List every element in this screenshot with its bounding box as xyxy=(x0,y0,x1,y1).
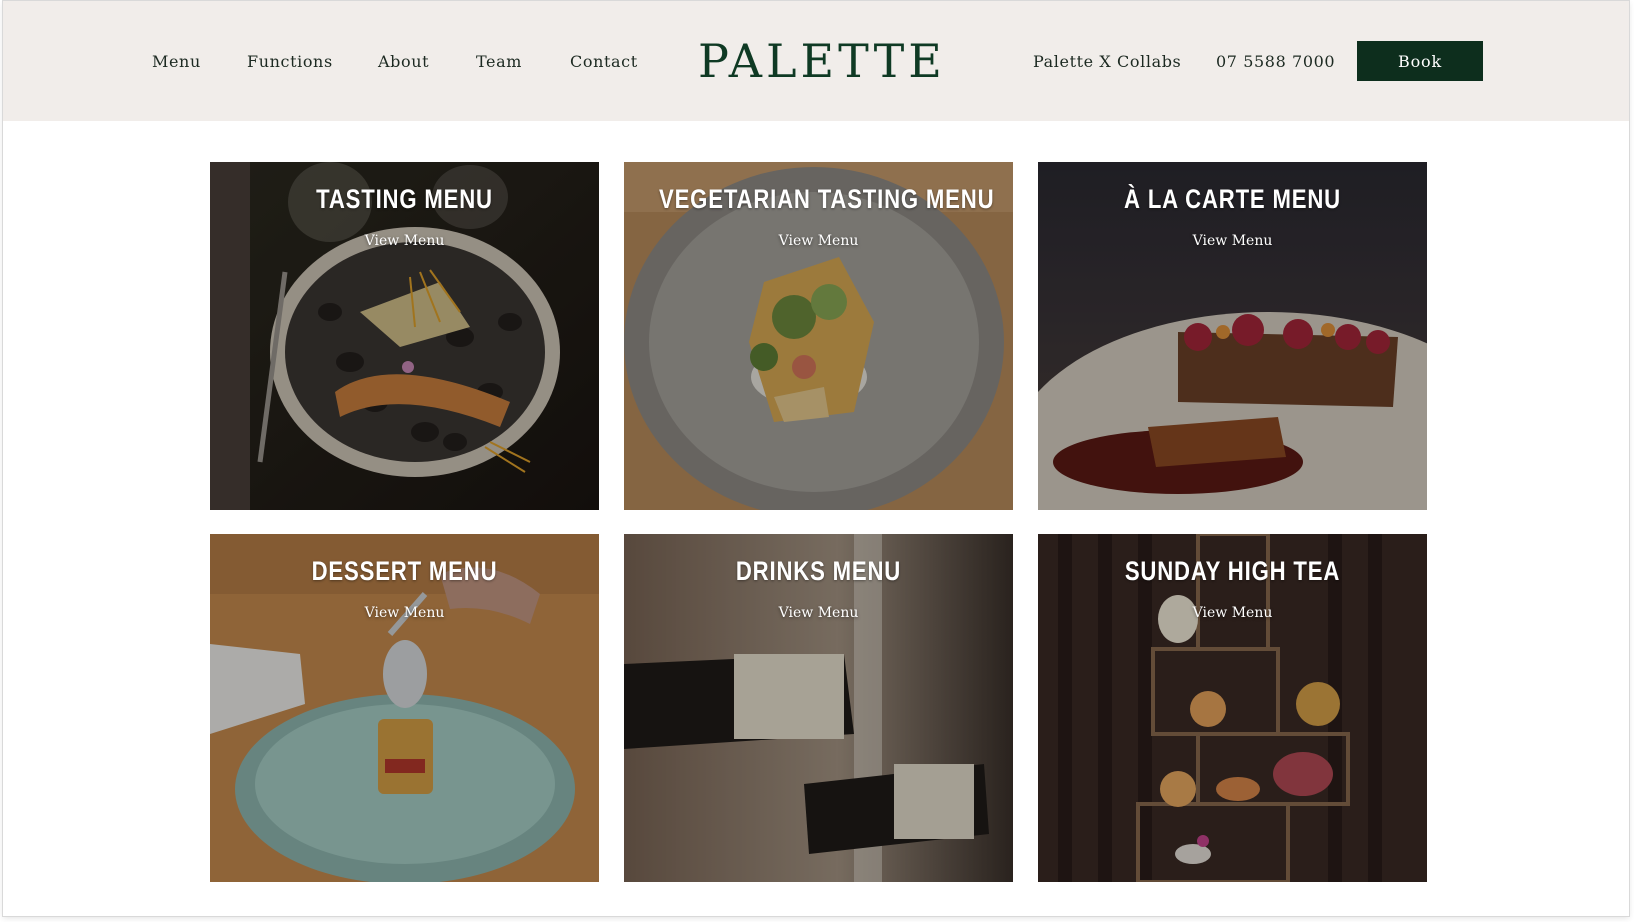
view-menu-link[interactable]: View Menu xyxy=(624,233,1013,249)
view-menu-link[interactable]: View Menu xyxy=(210,233,599,249)
nav-collabs-link[interactable]: Palette X Collabs xyxy=(1033,49,1181,75)
card-title: DRINKS MENU xyxy=(735,556,902,586)
card-title: À LA CARTE MENU xyxy=(1124,184,1341,214)
card-title: SUNDAY HIGH TEA xyxy=(1124,556,1341,586)
view-menu-link[interactable]: View Menu xyxy=(210,605,599,621)
menu-card-tasting[interactable]: TASTING MENU View Menu xyxy=(210,162,599,510)
phone-link[interactable]: 07 5588 7000 xyxy=(1216,49,1335,75)
menu-card-high-tea[interactable]: SUNDAY HIGH TEA View Menu xyxy=(1038,534,1427,882)
menu-card-drinks[interactable]: DRINKS MENU View Menu xyxy=(624,534,1013,882)
view-menu-link[interactable]: View Menu xyxy=(1038,605,1427,621)
browser-page: Menu Functions About Team Contact PALETT… xyxy=(3,1,1629,916)
site-logo[interactable]: PALETTE xyxy=(698,35,942,87)
book-button[interactable]: Book xyxy=(1357,41,1483,81)
nav-team-link[interactable]: Team xyxy=(476,49,522,75)
nav-about-link[interactable]: About xyxy=(378,49,429,75)
menu-card-dessert[interactable]: DESSERT MENU View Menu xyxy=(210,534,599,882)
card-title: DESSERT MENU xyxy=(311,556,498,586)
card-title: TASTING MENU xyxy=(316,184,493,214)
card-title: VEGETARIAN TASTING MENU xyxy=(659,184,995,214)
view-menu-link[interactable]: View Menu xyxy=(624,605,1013,621)
site-header: Menu Functions About Team Contact PALETT… xyxy=(3,1,1629,121)
menu-card-a-la-carte[interactable]: À LA CARTE MENU View Menu xyxy=(1038,162,1427,510)
menu-card-vegetarian[interactable]: VEGETARIAN TASTING MENU View Menu xyxy=(624,162,1013,510)
nav-functions-link[interactable]: Functions xyxy=(247,49,333,75)
view-menu-link[interactable]: View Menu xyxy=(1038,233,1427,249)
nav-menu-link[interactable]: Menu xyxy=(152,49,201,75)
nav-contact-link[interactable]: Contact xyxy=(570,49,638,75)
